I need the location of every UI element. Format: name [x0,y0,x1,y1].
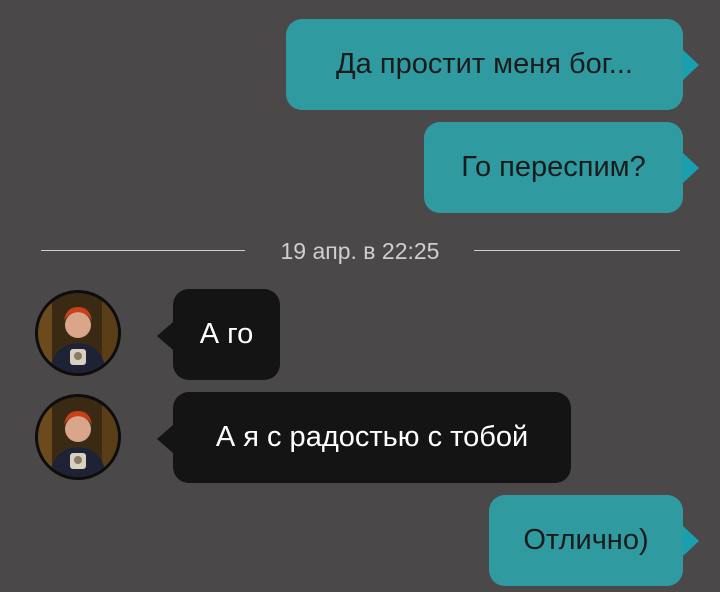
avatar[interactable] [35,394,121,480]
message-bubble-incoming[interactable]: А го [173,289,280,380]
date-divider-label: 19 апр. в 22:25 [280,238,440,264]
message-bubble-outgoing[interactable]: Да простит меня бог... [286,19,683,110]
bubble-tail [683,50,699,80]
divider-line-left [41,250,245,251]
message-text: Го переспим? [461,151,646,183]
message-bubble-incoming[interactable]: А я с радостью с тобой [173,392,571,483]
message-text: А я с радостью с тобой [215,421,529,453]
avatar-image [38,293,118,373]
bubble-tail [157,322,173,350]
divider-line-right [474,250,680,251]
message-bubble-outgoing[interactable]: Го переспим? [424,122,683,213]
bubble-tail [683,526,699,556]
message-text: А го [199,318,254,350]
message-text: Да простит меня бог... [336,48,633,80]
bubble-tail [683,153,699,183]
message-bubble-outgoing[interactable]: Отлично) [489,495,683,586]
bubble-tail [157,425,173,453]
message-text: Отлично) [523,524,649,556]
avatar[interactable] [35,290,121,376]
avatar-image [38,397,118,477]
